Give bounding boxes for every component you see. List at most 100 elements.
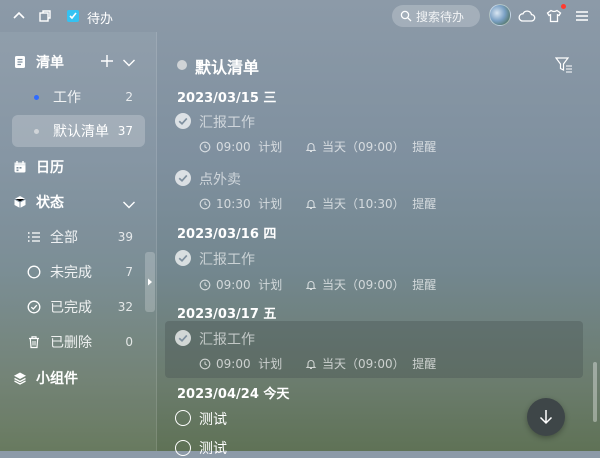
sidebar-item-label: 已完成 [50, 300, 92, 316]
sidebar: 清单 工作 2 默认清单 37 日历 状态 全部 39 未完成 7 已完成 32… [0, 32, 157, 451]
task-checkbox[interactable] [175, 330, 191, 346]
chevron-down-icon[interactable] [122, 54, 136, 73]
list-color-dot [34, 128, 39, 134]
task-checkbox[interactable] [175, 113, 191, 129]
add-list-icon[interactable] [100, 53, 114, 72]
reminder-label: 提醒 [412, 197, 437, 211]
trash-icon [26, 334, 42, 350]
filter-icon[interactable] [554, 56, 573, 78]
task-reminder: 当天（09:00） 提醒 [305, 355, 436, 372]
chevron-right-icon [148, 278, 152, 286]
calendar-icon [12, 159, 28, 175]
plan-time-label: 计划 [258, 140, 283, 154]
task-checkbox[interactable] [175, 170, 191, 186]
scroll-to-bottom-button[interactable] [527, 398, 565, 436]
reminder-label: 提醒 [412, 140, 437, 154]
sidebar-item-label: 已删除 [50, 335, 92, 351]
list-icon [26, 229, 42, 245]
sidebar-section-status[interactable]: 状态 [12, 186, 145, 218]
chevron-down-icon[interactable] [122, 196, 136, 215]
clock-icon [199, 358, 211, 369]
status-header-label: 状态 [36, 195, 64, 211]
notification-badge [561, 4, 566, 9]
check-circle-icon [26, 299, 42, 315]
page-title: 默认清单 [195, 58, 260, 77]
clock-icon [199, 279, 211, 290]
sidebar-item-label: 全部 [50, 230, 78, 246]
plan-time-value: 09:00 [216, 277, 251, 292]
plan-time-value: 10:30 [216, 196, 251, 211]
sidebar-item-calendar[interactable]: 日历 [12, 151, 145, 183]
list-color-dot [177, 60, 187, 70]
sidebar-item-count: 0 [125, 335, 133, 349]
date-group-header: 2023/03/16 四 [177, 227, 277, 242]
sidebar-item-label: 工作 [53, 90, 81, 106]
sidebar-item-label: 未完成 [50, 265, 92, 281]
task-title[interactable]: 汇报工作 [199, 249, 255, 269]
app-logo-icon [64, 7, 82, 25]
arrow-down-icon [539, 410, 553, 425]
scrollbar[interactable] [593, 362, 597, 422]
bell-icon [305, 280, 317, 290]
plan-time-value: 09:00 [216, 356, 251, 371]
task-title[interactable]: 测试 [199, 409, 227, 429]
list-color-dot [34, 94, 39, 100]
reminder-value: 当天（10:30） [322, 197, 405, 211]
bell-icon [305, 199, 317, 209]
avatar[interactable] [489, 4, 511, 26]
task-checkbox[interactable] [175, 440, 191, 456]
bell-icon [305, 142, 317, 152]
sidebar-section-lists[interactable]: 清单 [12, 46, 145, 78]
task-title[interactable]: 汇报工作 [199, 329, 255, 349]
chevron-up-icon[interactable] [10, 7, 28, 25]
cube-icon [12, 194, 28, 210]
pin-window-icon[interactable] [36, 7, 54, 25]
plan-time-value: 09:00 [216, 139, 251, 154]
task-plan-time: 09:00 计划 [199, 276, 282, 293]
sidebar-collapse-handle[interactable] [145, 252, 155, 312]
bell-icon [305, 359, 317, 369]
sidebar-item-default-list[interactable]: 默认清单 37 [12, 115, 145, 147]
search-input[interactable]: 搜索待办 [392, 5, 480, 27]
reminder-label: 提醒 [412, 278, 437, 292]
search-icon [400, 10, 412, 22]
sidebar-item-incomplete[interactable]: 未完成 7 [12, 256, 145, 288]
date-group-header: 2023/04/24 今天 [177, 387, 290, 402]
task-checkbox[interactable] [175, 250, 191, 266]
plan-time-label: 计划 [258, 278, 283, 292]
sidebar-item-work[interactable]: 工作 2 [12, 81, 145, 113]
task-list-panel: 默认清单 2023/03/15 三 汇报工作 09:00 计划 当天（09:00… [157, 32, 600, 457]
list-icon [12, 54, 28, 70]
circle-icon [26, 264, 42, 280]
task-title[interactable]: 点外卖 [199, 169, 241, 189]
clock-icon [199, 198, 211, 209]
sidebar-item-count: 2 [125, 90, 133, 104]
reminder-value: 当天（09:00） [322, 357, 405, 371]
sidebar-item-deleted[interactable]: 已删除 0 [12, 326, 145, 358]
sidebar-item-widgets[interactable]: 小组件 [12, 362, 145, 394]
task-plan-time: 09:00 计划 [199, 355, 282, 372]
widgets-label: 小组件 [36, 371, 78, 387]
search-placeholder: 搜索待办 [416, 9, 465, 24]
task-plan-time: 10:30 计划 [199, 195, 282, 212]
shirt-theme-icon[interactable] [545, 7, 563, 25]
reminder-label: 提醒 [412, 357, 437, 371]
app-title: 待办 [87, 12, 114, 27]
sidebar-item-all[interactable]: 全部 39 [12, 221, 145, 253]
calendar-label: 日历 [36, 160, 64, 176]
task-plan-time: 09:00 计划 [199, 138, 282, 155]
sidebar-item-label: 默认清单 [53, 124, 109, 140]
reminder-value: 当天（09:00） [322, 278, 405, 292]
layers-icon [12, 370, 28, 386]
sidebar-item-count: 37 [117, 124, 133, 138]
task-title[interactable]: 汇报工作 [199, 112, 255, 132]
task-reminder: 当天（10:30） 提醒 [305, 195, 436, 212]
reminder-value: 当天（09:00） [322, 140, 405, 154]
plan-time-label: 计划 [258, 357, 283, 371]
menu-icon[interactable] [573, 7, 591, 25]
sidebar-item-completed[interactable]: 已完成 32 [12, 291, 145, 323]
cloud-sync-icon[interactable] [518, 7, 536, 25]
task-checkbox[interactable] [175, 410, 191, 426]
task-title[interactable]: 测试 [199, 438, 227, 458]
plan-time-label: 计划 [258, 197, 283, 211]
